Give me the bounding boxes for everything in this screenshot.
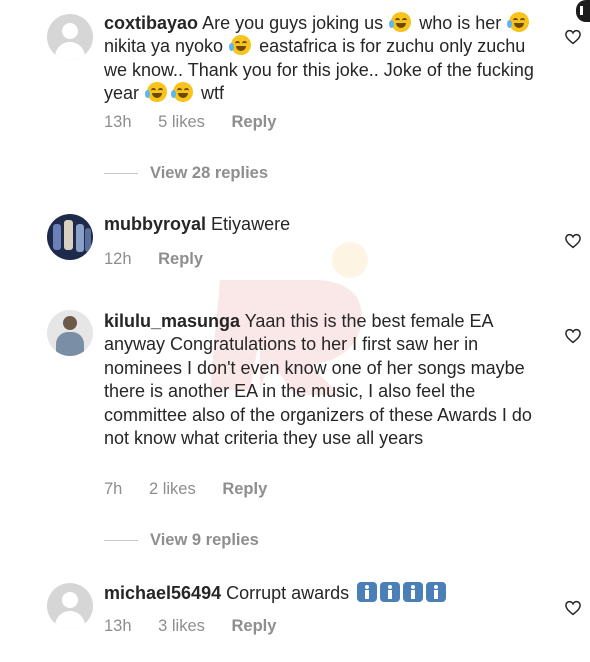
- comment-meta: 12h Reply: [104, 250, 225, 269]
- heart-icon[interactable]: [564, 599, 582, 617]
- comment-body: Corrupt awards: [226, 583, 350, 603]
- avatar[interactable]: [47, 214, 93, 260]
- comment-meta: 13h 3 likes Reply: [104, 617, 298, 636]
- replies-divider: [104, 540, 138, 542]
- comment-body-part: who is her: [419, 13, 502, 33]
- comment-time: 7h: [104, 480, 123, 498]
- comment-time: 13h: [104, 113, 132, 131]
- man-gesture-icon: [403, 582, 424, 602]
- comment-body: Etiyawere: [211, 214, 291, 234]
- side-badge-icon: [576, 0, 590, 22]
- avatar[interactable]: [47, 583, 93, 629]
- face-with-tears-of-joy-icon: [145, 82, 168, 103]
- comment-text: mubbyroyal Etiyawere: [104, 213, 534, 236]
- avatar[interactable]: [47, 310, 93, 356]
- comment-username[interactable]: michael56494: [104, 583, 221, 603]
- comment-meta: 7h 2 likes Reply: [104, 480, 289, 499]
- man-gesture-icon: [357, 582, 378, 602]
- reply-button[interactable]: Reply: [232, 617, 277, 635]
- comment-body: Yaan this is the best female EA anyway C…: [104, 311, 532, 449]
- comment-time: 12h: [104, 250, 132, 268]
- comment-likes[interactable]: 3 likes: [158, 617, 205, 635]
- face-with-tears-of-joy-icon: [229, 35, 252, 56]
- face-with-tears-of-joy-icon: [389, 12, 412, 32]
- comment-username[interactable]: coxtibayao: [104, 13, 198, 33]
- reply-button[interactable]: Reply: [232, 113, 277, 131]
- comment-body-part: Are you guys joking us: [202, 13, 384, 33]
- face-with-tears-of-joy-icon: [507, 12, 530, 32]
- heart-icon[interactable]: [564, 28, 582, 46]
- comment-body-part: nikita ya nyoko: [104, 36, 224, 57]
- comment-meta: 13h 5 likes Reply: [104, 113, 298, 132]
- view-replies-button[interactable]: View 9 replies: [104, 531, 259, 550]
- comment-username[interactable]: kilulu_masunga: [104, 311, 240, 331]
- man-gesture-icon: [426, 582, 447, 602]
- comment-time: 13h: [104, 617, 132, 635]
- heart-icon[interactable]: [564, 232, 582, 250]
- replies-divider: [104, 173, 138, 175]
- comment-text: coxtibayao Are you guys joking us who is…: [104, 12, 534, 106]
- comment-text: michael56494 Corrupt awards: [104, 582, 534, 605]
- reply-button[interactable]: Reply: [158, 250, 203, 268]
- avatar[interactable]: [47, 14, 93, 60]
- comment-text: kilulu_masunga Yaan this is the best fem…: [104, 310, 534, 450]
- heart-icon[interactable]: [564, 327, 582, 345]
- comment-body-part: wtf: [201, 83, 225, 104]
- man-gesture-icon: [380, 582, 401, 602]
- reply-button[interactable]: Reply: [222, 480, 267, 498]
- face-with-tears-of-joy-icon: [171, 82, 194, 103]
- comment-likes[interactable]: 5 likes: [158, 113, 205, 131]
- view-replies-button[interactable]: View 28 replies: [104, 164, 268, 183]
- comment-username[interactable]: mubbyroyal: [104, 214, 206, 234]
- comment-likes[interactable]: 2 likes: [149, 480, 196, 498]
